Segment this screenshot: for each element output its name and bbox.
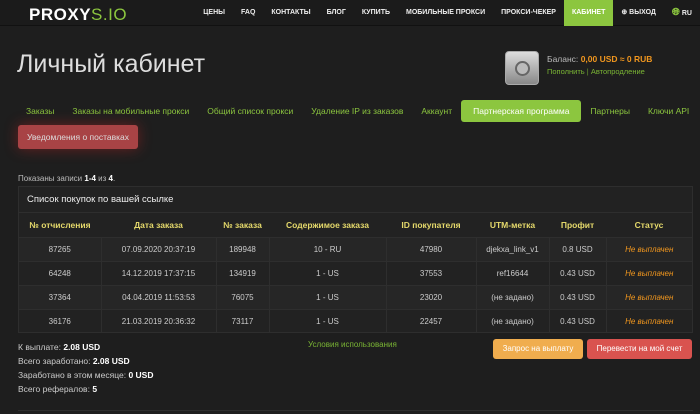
- status-cell: Не выплачен: [605, 236, 692, 261]
- summary-label: Всего заработано:: [18, 356, 91, 366]
- summary-line: К выплате: 2.08 USD: [18, 340, 154, 354]
- topup-link[interactable]: Пополнить: [547, 67, 585, 76]
- nav-blog[interactable]: БЛОГ: [319, 0, 354, 26]
- table-cell: 47980: [385, 236, 476, 261]
- table-row: 37364 04.04.2019 11:53:53 76075 1 - US 23020…: [19, 284, 692, 309]
- summary-value: 5: [92, 384, 98, 394]
- summary-value: 2.08 USD: [92, 356, 130, 366]
- tab-partners[interactable]: Партнеры: [581, 100, 639, 122]
- supply-notifications-button[interactable]: Уведомления о поставках: [18, 125, 138, 149]
- safe-icon: [505, 51, 539, 85]
- tab-mobile-orders[interactable]: Заказы на мобильные прокси: [63, 100, 198, 122]
- column-header: № заказа: [223, 219, 262, 230]
- column-header: UTM-метка: [489, 219, 536, 230]
- table-cell: 14.12.2019 17:37:15: [100, 260, 216, 285]
- table-cell: 36176: [19, 308, 101, 333]
- page-title: Личный кабинет: [17, 50, 206, 78]
- nav-contacts[interactable]: КОНТАКТЫ: [263, 0, 318, 26]
- table-cell: 73117: [215, 308, 269, 333]
- tab-proxy-list[interactable]: Общий список прокси: [198, 100, 302, 122]
- autorenew-link[interactable]: Автопродление: [591, 67, 645, 76]
- purchases-table: № отчисления Дата заказа № заказа Содержимо…: [19, 213, 692, 333]
- table-cell: 87265: [19, 236, 101, 261]
- summary-line: Заработано в этом месяце: 0 USD: [18, 368, 154, 382]
- column-header: № отчисления: [29, 219, 91, 230]
- table-row: 87265 07.09.2020 20:37:19 189948 10 - RU 479…: [19, 236, 692, 261]
- table-cell: 0.43 USD: [548, 260, 606, 285]
- table-cell: 22457: [385, 308, 476, 333]
- table-cell: 76075: [215, 284, 269, 309]
- table-cell: 134919: [215, 260, 269, 285]
- table-cell: 0.8 USD: [548, 236, 606, 261]
- purchases-panel: Список покупок по вашей ссылке № отчисле…: [18, 186, 693, 333]
- logo[interactable]: PROXYS.IO: [29, 5, 127, 25]
- column-header: ID покупателя: [401, 219, 461, 230]
- balance-value: 0,00 USD ≈ 0 RUB: [580, 54, 653, 64]
- table-cell: 23020: [385, 284, 476, 309]
- column-header: Статус: [634, 219, 664, 230]
- tab-orders[interactable]: Заказы: [18, 100, 63, 122]
- globe-icon: 🌐︎: [671, 7, 680, 18]
- language-label: RU: [681, 10, 692, 17]
- nav-buy[interactable]: КУПИТЬ: [354, 0, 398, 26]
- table-row: 36176 21.03.2019 20:36:32 73117 1 - US 22457…: [19, 308, 692, 333]
- status-cell: Не выплачен: [605, 308, 692, 333]
- terms-link[interactable]: Условия использования: [308, 340, 397, 349]
- table-cell: 37553: [385, 260, 476, 285]
- status-cell: Не выплачен: [605, 260, 692, 285]
- table-cell: 1 - US: [268, 308, 386, 333]
- tab-api-keys[interactable]: Ключи API: [639, 100, 698, 122]
- nav-faq[interactable]: FAQ: [233, 0, 263, 26]
- nav-mobile-proxy[interactable]: МОБИЛЬНЫЕ ПРОКСИ: [398, 0, 493, 26]
- balance-label: Баланс:: [547, 54, 579, 64]
- language-switch[interactable]: 🌐︎ RU: [664, 0, 700, 26]
- balance: Баланс: 0,00 USD ≈ 0 RUB: [547, 54, 652, 64]
- summary-line: Всего рефералов: 5: [18, 382, 154, 396]
- table-cell: 1 - US: [268, 260, 386, 285]
- nav-proxy-checker[interactable]: ПРОКСИ-ЧЕКЕР: [493, 0, 564, 26]
- table-cell: (не задано): [475, 284, 549, 309]
- summary-value: 2.08 USD: [63, 342, 101, 352]
- transfer-to-account-button[interactable]: Перевести на мой счет: [587, 339, 692, 359]
- tab-remove-ip[interactable]: Удаление IP из заказов: [302, 100, 412, 122]
- column-header: Дата заказа: [134, 219, 183, 230]
- nav-cabinet[interactable]: КАБИНЕТ: [563, 0, 614, 26]
- status-cell: Не выплачен: [605, 284, 692, 309]
- balance-links: Пополнить | Автопродление: [547, 67, 645, 76]
- summary-label: Заработано в этом месяце:: [18, 370, 127, 380]
- table-cell: 0.43 USD: [548, 284, 606, 309]
- table-cell: 04.04.2019 11:53:53: [100, 284, 216, 309]
- request-payout-button[interactable]: Запрос на выплату: [493, 339, 583, 359]
- table-cell: 21.03.2019 20:36:32: [100, 308, 216, 333]
- table-cell: djekxa_link_v1: [475, 236, 549, 261]
- table-row: 64248 14.12.2019 17:37:15 134919 1 - US 3755…: [19, 260, 692, 285]
- divider: [18, 410, 693, 411]
- summary-value: 0 USD: [128, 370, 154, 380]
- nav-prices[interactable]: ЦЕНЫ: [195, 0, 233, 26]
- table-cell: 10 - RU: [268, 236, 386, 261]
- table-cell: 0.43 USD: [548, 308, 606, 333]
- table-cell: (не задано): [475, 308, 549, 333]
- cabinet-tabs: Заказы Заказы на мобильные прокси Общий …: [18, 100, 698, 122]
- column-header: Содержимое заказа: [286, 219, 369, 230]
- table-cell: 189948: [215, 236, 269, 261]
- summary-line: Всего заработано: 2.08 USD: [18, 354, 154, 368]
- tab-account[interactable]: Аккаунт: [412, 100, 461, 122]
- table-cell: ref16644: [475, 260, 549, 285]
- column-header: Профит: [560, 219, 595, 230]
- earnings-summary: К выплате: 2.08 USD Всего заработано: 2.0…: [18, 340, 154, 396]
- nav-logout[interactable]: ⊕ ВЫХОД: [613, 0, 664, 26]
- top-bar: PROXYS.IO ЦЕНЫ FAQ КОНТАКТЫ БЛОГ КУПИТЬ …: [0, 0, 700, 26]
- main-nav: ЦЕНЫ FAQ КОНТАКТЫ БЛОГ КУПИТЬ МОБИЛЬНЫЕ …: [195, 0, 700, 26]
- table-cell: 07.09.2020 20:37:19: [100, 236, 216, 261]
- table-cell: 37364: [19, 284, 101, 309]
- summary-label: К выплате:: [18, 342, 61, 352]
- panel-title: Список покупок по вашей ссылке: [19, 187, 692, 213]
- tab-affiliate[interactable]: Партнерская программа: [461, 100, 582, 122]
- records-summary: Показаны записи 1-4 из 4.: [18, 174, 116, 183]
- table-cell: 1 - US: [268, 284, 386, 309]
- table-cell: 64248: [19, 260, 101, 285]
- summary-label: Всего рефералов:: [18, 384, 90, 394]
- separator: |: [586, 67, 589, 76]
